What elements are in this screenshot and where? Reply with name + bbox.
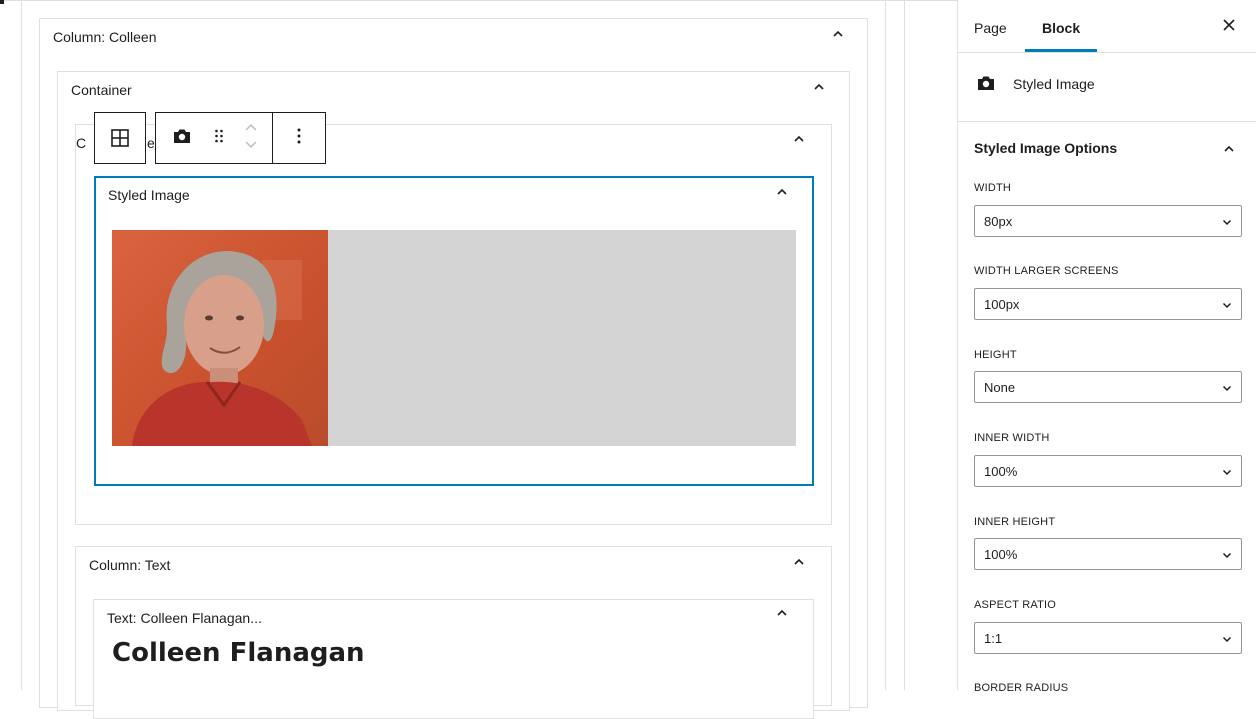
chevron-down-icon <box>1222 464 1232 479</box>
inner-width-select[interactable]: 100% <box>974 455 1242 487</box>
field-label-border-radius: BORDER RADIUS <box>974 682 1069 694</box>
grid-icon <box>95 113 145 163</box>
settings-sidebar: Page Block Styled Image Styled Image Opt… <box>957 0 1256 694</box>
text-block-label: Text: Colleen Flanagan... <box>107 610 262 626</box>
width-select[interactable]: 80px <box>974 205 1242 237</box>
panel-title[interactable]: Styled Image Options <box>974 140 1117 156</box>
text-heading[interactable]: Colleen Flanagan <box>112 638 365 668</box>
portrait-photo[interactable] <box>112 230 328 446</box>
select-value: None <box>984 379 1016 395</box>
chevron-up-icon[interactable] <box>832 29 844 39</box>
tab-page[interactable]: Page <box>974 20 1007 36</box>
more-vertical-icon <box>297 128 301 149</box>
width-larger-select[interactable]: 100px <box>974 288 1242 320</box>
chevron-up-icon[interactable] <box>776 187 788 197</box>
canvas-guide-right-outer <box>904 0 905 690</box>
select-value: 100% <box>984 546 1018 562</box>
aspect-ratio-select[interactable]: 1:1 <box>974 622 1242 654</box>
drag-handle-icon <box>214 128 224 149</box>
styled-image-label: Styled Image <box>108 187 190 203</box>
options-button[interactable] <box>273 113 325 163</box>
chevron-down-icon <box>1222 214 1232 229</box>
field-label-height: HEIGHT <box>974 349 1017 361</box>
text-block[interactable]: Text: Colleen Flanagan... Colleen Flanag… <box>93 599 814 719</box>
tab-block[interactable]: Block <box>1042 20 1080 36</box>
chevron-up-icon[interactable] <box>1223 141 1235 159</box>
inner-height-select[interactable]: 100% <box>974 538 1242 570</box>
chevron-down-icon <box>1222 547 1232 562</box>
canvas-guide-right <box>885 0 886 690</box>
close-icon <box>1222 19 1236 36</box>
chevron-down-icon <box>1222 297 1232 312</box>
height-select[interactable]: None <box>974 371 1242 403</box>
drag-handle-button[interactable] <box>208 113 230 163</box>
chevron-down-icon <box>1222 380 1232 395</box>
move-up-down-icon <box>244 121 258 156</box>
chevron-up-icon[interactable] <box>776 608 788 618</box>
select-value: 100% <box>984 463 1018 479</box>
block-toolbar <box>155 112 326 164</box>
select-parent-button[interactable] <box>94 112 146 164</box>
chevron-up-icon[interactable] <box>793 134 805 144</box>
canvas-guide-left <box>21 0 22 690</box>
field-label-aspect-ratio: ASPECT RATIO <box>974 599 1057 611</box>
select-value: 1:1 <box>984 630 1003 646</box>
field-label-width: WIDTH <box>974 182 1012 194</box>
block-card-title: Styled Image <box>1013 76 1095 92</box>
chevron-up-icon[interactable] <box>813 82 825 92</box>
move-up-down-button[interactable] <box>230 113 272 163</box>
column-text-label: Column: Text <box>89 557 171 573</box>
select-value: 80px <box>984 213 1013 229</box>
container-label: Container <box>71 82 132 98</box>
block-type-button[interactable] <box>156 113 208 163</box>
select-value: 100px <box>984 296 1020 312</box>
chevron-up-icon[interactable] <box>793 557 805 567</box>
corner-mark <box>0 0 4 4</box>
tabs-divider <box>958 52 1256 53</box>
inner-container-label-start: C <box>76 135 87 151</box>
close-sidebar-button[interactable] <box>1222 18 1236 37</box>
field-label-inner-height: INNER HEIGHT <box>974 516 1056 528</box>
field-label-width-larger: WIDTH LARGER SCREENS <box>974 265 1119 277</box>
camera-icon <box>976 74 996 97</box>
field-label-inner-width: INNER WIDTH <box>974 432 1050 444</box>
card-divider <box>958 121 1256 122</box>
chevron-down-icon <box>1222 631 1232 646</box>
camera-icon <box>172 127 192 150</box>
column-colleen-label: Column: Colleen <box>53 29 157 45</box>
styled-image-block[interactable]: Styled Image <box>94 176 814 486</box>
